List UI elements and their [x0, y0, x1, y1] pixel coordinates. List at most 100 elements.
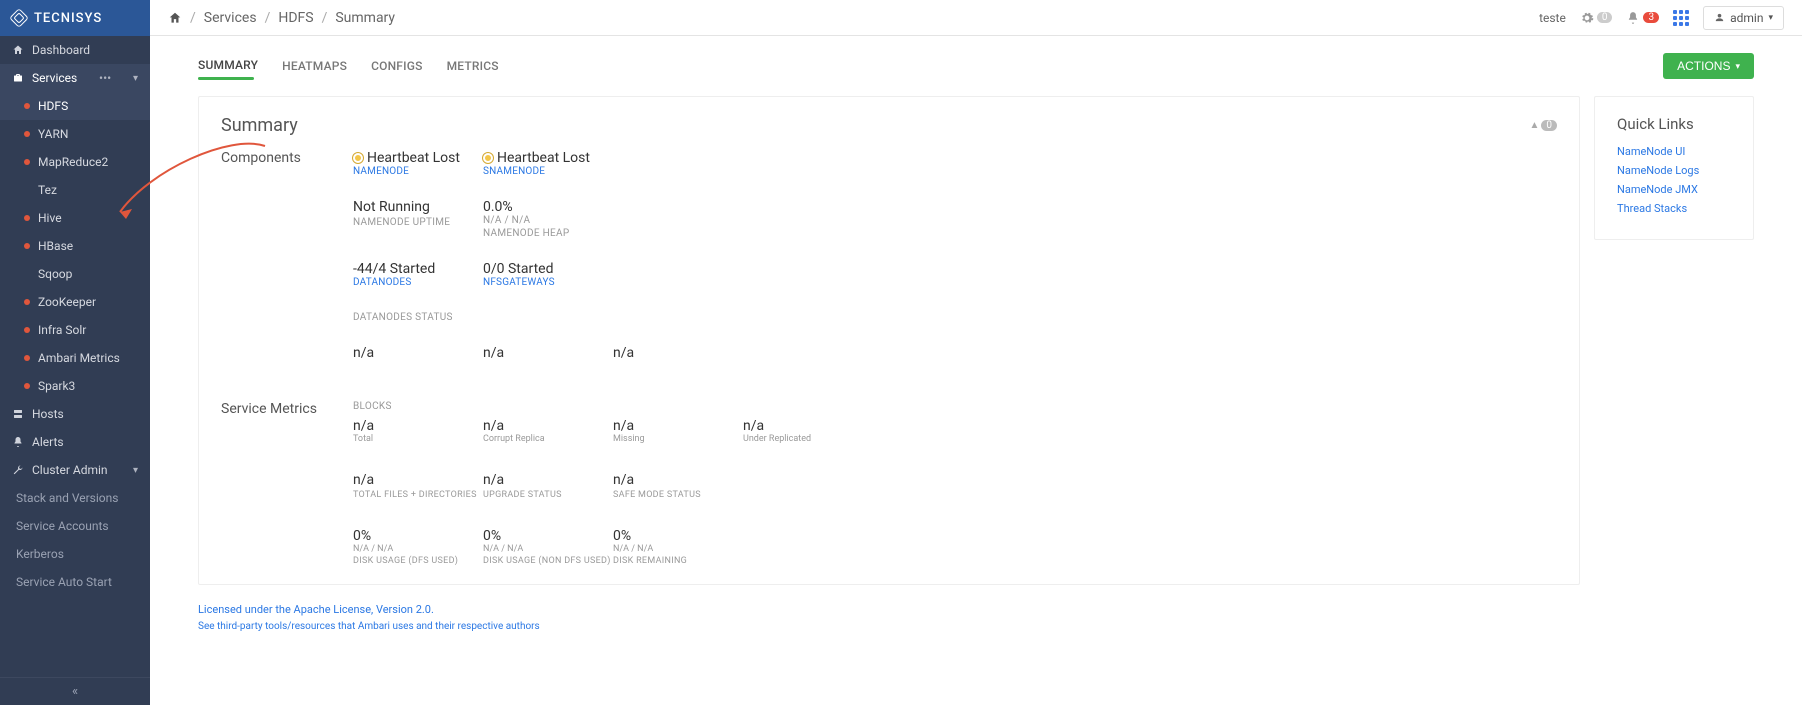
sidebar-service-label: MapReduce2	[38, 155, 108, 169]
sidebar-service-hdfs[interactable]: HDFS	[0, 92, 150, 120]
safe-v: n/a	[613, 472, 743, 488]
uptime-caption: NAMENODE UPTIME	[353, 217, 483, 228]
files-v: n/a	[353, 472, 483, 488]
tab-metrics[interactable]: METRICS	[447, 53, 499, 79]
tab-configs[interactable]: CONFIGS	[371, 53, 422, 79]
metric-safe: n/a SAFE MODE STATUS	[613, 472, 743, 500]
sidebar-ca-service-auto-start[interactable]: Service Auto Start	[0, 568, 150, 596]
summary-title: Summary	[221, 115, 298, 136]
sidebar-service-hive[interactable]: Hive	[0, 204, 150, 232]
status-dot-icon	[24, 299, 30, 305]
nav-dashboard[interactable]: Dashboard	[0, 36, 150, 64]
nav-hosts[interactable]: Hosts	[0, 400, 150, 428]
tab-heatmaps[interactable]: HEATMAPS	[282, 53, 347, 79]
sidebar-service-label: Ambari Metrics	[38, 351, 120, 365]
sidebar-ca-label: Stack and Versions	[16, 491, 118, 505]
quick-link-namenode-logs[interactable]: NameNode Logs	[1617, 164, 1731, 177]
sidebar-ca-stack-and-versions[interactable]: Stack and Versions	[0, 484, 150, 512]
blocks-corrupt: n/a Corrupt Replica	[483, 418, 613, 444]
sidebar-service-tez[interactable]: Tez	[0, 176, 150, 204]
components-label: Components	[221, 150, 341, 361]
bell-icon	[1626, 11, 1640, 25]
blocks-missing-s: Missing	[613, 434, 743, 444]
sidebar-service-label: HBase	[38, 239, 73, 253]
status-dot-icon	[24, 243, 30, 249]
user-menu[interactable]: admin ▾	[1703, 6, 1784, 30]
blocks-total-v: n/a	[353, 418, 483, 434]
blocks-under-s: Under Replicated	[743, 434, 873, 444]
status-dot-icon	[24, 131, 30, 137]
brand-logo-icon	[9, 8, 29, 28]
heap-caption: NAMENODE HEAP	[483, 228, 613, 239]
nav-alerts[interactable]: Alerts	[0, 428, 150, 456]
summary-alert-count: 0	[1541, 120, 1557, 131]
disk-rem-s: N/A / N/A	[613, 544, 743, 554]
status-dot-icon	[24, 355, 30, 361]
sidebar-service-mapreduce2[interactable]: MapReduce2	[0, 148, 150, 176]
sidebar-service-ambari-metrics[interactable]: Ambari Metrics	[0, 344, 150, 372]
sidebar-service-label: YARN	[38, 127, 68, 141]
ops-counter[interactable]: 0	[1580, 11, 1613, 25]
quick-links-title: Quick Links	[1617, 115, 1731, 133]
footer-thirdparty[interactable]: See third-party tools/resources that Amb…	[198, 619, 1754, 635]
blocks-corrupt-s: Corrupt Replica	[483, 434, 613, 444]
sidebar-ca-label: Service Auto Start	[16, 575, 112, 589]
dn-status-a: n/a	[353, 345, 483, 361]
ellipsis-icon: •••	[99, 71, 111, 85]
alerts-counter[interactable]: 3	[1626, 11, 1659, 25]
namenode-link[interactable]: NAMENODE	[353, 166, 483, 177]
quick-links-card: Quick Links NameNode UI NameNode Logs Name…	[1594, 96, 1754, 240]
actions-label: ACTIONS	[1677, 59, 1730, 73]
apps-menu-icon[interactable]	[1673, 10, 1689, 26]
datanodes-link[interactable]: DATANODES	[353, 277, 483, 288]
nav-services[interactable]: Services ••• ▾	[0, 64, 150, 92]
home-icon[interactable]	[168, 11, 182, 25]
sidebar-service-spark3[interactable]: Spark3	[0, 372, 150, 400]
bell-icon	[12, 436, 24, 448]
nav-cluster-admin[interactable]: Cluster Admin ▾	[0, 456, 150, 484]
sidebar-service-yarn[interactable]: YARN	[0, 120, 150, 148]
disk-non-c: DISK USAGE (NON DFS USED)	[483, 556, 613, 566]
sidebar-service-zookeeper[interactable]: ZooKeeper	[0, 288, 150, 316]
breadcrumb-page: Summary	[335, 10, 395, 26]
warn-dot-icon	[483, 153, 493, 163]
summary-card: Summary ▲ 0 Components Heartbeat Lost NA	[198, 96, 1580, 585]
sidebar-ca-kerberos[interactable]: Kerberos	[0, 540, 150, 568]
files-c: TOTAL FILES + DIRECTORIES	[353, 490, 483, 500]
status-dot-icon	[24, 159, 30, 165]
sidebar-service-hbase[interactable]: HBase	[0, 232, 150, 260]
server-icon	[12, 408, 24, 420]
blocks-under: n/a Under Replicated	[743, 418, 873, 444]
nfs-link[interactable]: NFSGATEWAYS	[483, 277, 613, 288]
sidebar-service-infra-solr[interactable]: Infra Solr	[0, 316, 150, 344]
snamenode-link[interactable]: SNAMENODE	[483, 166, 613, 177]
datanodes-block: -44/4 Started DATANODES	[353, 261, 483, 288]
sidebar-collapse[interactable]: «	[0, 677, 150, 705]
chevron-down-icon: ▾	[133, 73, 138, 84]
disk-dfs-v: 0%	[353, 528, 483, 544]
sidebar-service-label: Infra Solr	[38, 323, 86, 337]
briefcase-icon	[12, 72, 24, 84]
dn-status-b: n/a	[483, 345, 613, 361]
quick-link-namenode-jmx[interactable]: NameNode JMX	[1617, 183, 1731, 196]
caret-down-icon: ▾	[1735, 61, 1740, 72]
quick-link-namenode-ui[interactable]: NameNode UI	[1617, 145, 1731, 158]
sidebar-service-label: ZooKeeper	[38, 295, 96, 309]
actions-button[interactable]: ACTIONS ▾	[1663, 53, 1754, 79]
collapse-icon: «	[72, 684, 78, 699]
wrench-icon	[12, 464, 24, 476]
sidebar-service-sqoop[interactable]: Sqoop	[0, 260, 150, 288]
summary-alert-indicator[interactable]: ▲ 0	[1529, 120, 1557, 131]
breadcrumb-service[interactable]: HDFS	[278, 10, 313, 26]
breadcrumb-services[interactable]: Services	[204, 10, 257, 26]
disk-dfs: 0% N/A / N/A DISK USAGE (DFS USED)	[353, 528, 483, 566]
sidebar-ca-label: Service Accounts	[16, 519, 109, 533]
brand[interactable]: TECNISYS	[0, 0, 150, 36]
tab-summary[interactable]: SUMMARY	[198, 52, 258, 78]
service-metrics-label: Service Metrics	[221, 401, 341, 566]
quick-link-thread-stacks[interactable]: Thread Stacks	[1617, 202, 1731, 215]
heap-sub: N/A / N/A	[483, 215, 613, 226]
footer-license[interactable]: Licensed under the Apache License, Versi…	[198, 601, 1754, 619]
blocks-missing: n/a Missing	[613, 418, 743, 444]
sidebar-ca-service-accounts[interactable]: Service Accounts	[0, 512, 150, 540]
